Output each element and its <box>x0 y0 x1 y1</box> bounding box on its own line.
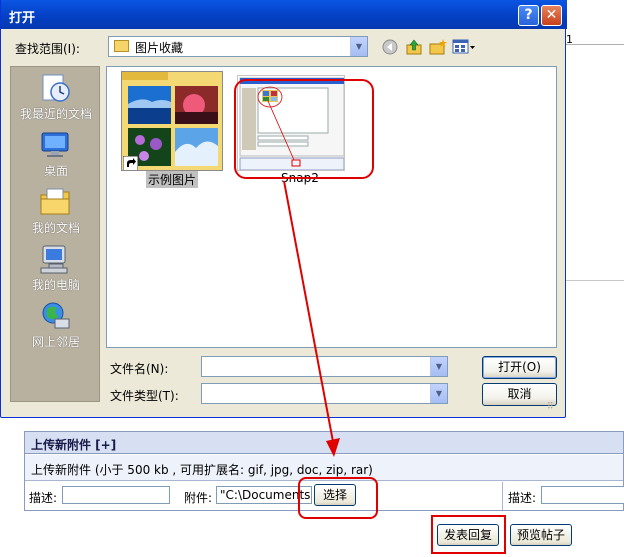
places-bar: 我最近的文档 桌面 我的文档 我的电脑 网上邻居 <box>10 66 100 402</box>
chevron-down-icon[interactable]: ▼ <box>350 37 367 56</box>
look-in-dropdown[interactable]: 图片收藏 ▼ <box>108 36 368 57</box>
folder-thumbnail-icon[interactable] <box>121 71 223 171</box>
cancel-button[interactable]: 取消 <box>482 383 557 406</box>
places-label: 我的电脑 <box>31 278 80 292</box>
dialog-titlebar[interactable]: 打开 <box>1 0 567 29</box>
description-input-2[interactable] <box>541 486 624 504</box>
file-name-label: 文件名(N): <box>110 362 169 376</box>
close-icon: ✕ <box>545 7 558 23</box>
annotation-snap2-highlight <box>234 79 374 179</box>
close-button[interactable]: ✕ <box>541 5 562 26</box>
places-item-my-documents[interactable]: 我的文档 <box>11 183 101 239</box>
background-divider <box>566 280 624 281</box>
network-places-icon <box>42 302 70 329</box>
folder-icon <box>114 40 129 52</box>
file-type-label: 文件类型(T): <box>110 389 179 403</box>
places-item-recent[interactable]: 我最近的文档 <box>11 69 101 125</box>
shortcut-arrow-icon <box>123 156 138 170</box>
file-open-dialog: 打开 ? ✕ 查找范围(I): 图片收藏 ▼ 我最近的文档 桌面 我的文档 我的… <box>0 0 567 418</box>
help-button[interactable]: ? <box>518 5 539 26</box>
places-label: 我最近的文档 <box>19 107 92 121</box>
places-label: 我的文档 <box>31 221 80 235</box>
annotation-choose-highlight <box>298 477 378 519</box>
description-label-2: 描述: <box>508 491 537 505</box>
places-label: 网上邻居 <box>31 335 80 349</box>
places-item-my-computer[interactable]: 我的电脑 <box>11 240 101 296</box>
description-label: 描述: <box>29 491 58 505</box>
annotation-post-reply-highlight <box>431 515 506 554</box>
view-menu-icon[interactable] <box>452 39 476 55</box>
dialog-title: 打开 <box>9 11 36 26</box>
file-name-sample-pictures[interactable]: 示例图片 <box>146 171 199 188</box>
upload-panel-title[interactable]: 上传新附件 [+] <box>25 432 623 454</box>
chevron-down-icon[interactable]: ▼ <box>430 357 447 376</box>
places-item-network[interactable]: 网上邻居 <box>11 297 101 353</box>
help-icon: ? <box>524 7 533 23</box>
look-in-value: 图片收藏 <box>135 41 184 55</box>
background-divider <box>566 44 624 45</box>
places-label: 桌面 <box>43 164 68 178</box>
my-computer-icon <box>40 245 68 274</box>
chevron-down-icon[interactable]: ▼ <box>430 384 447 403</box>
my-documents-icon <box>40 188 70 215</box>
background-text: 1 <box>566 33 573 46</box>
preview-post-button[interactable]: 预览帖子 <box>510 524 572 546</box>
recent-documents-icon <box>42 74 70 102</box>
file-name-input[interactable]: ▼ <box>201 356 448 377</box>
attachment-label: 附件: <box>184 491 213 505</box>
desktop-icon <box>41 132 69 157</box>
back-icon[interactable] <box>382 39 400 55</box>
resize-grip-icon[interactable]: ⠿ <box>547 403 561 416</box>
up-folder-icon[interactable] <box>405 39 423 55</box>
file-type-dropdown[interactable]: ▼ <box>201 383 448 404</box>
description-input[interactable] <box>62 486 170 504</box>
new-folder-icon[interactable] <box>429 39 447 55</box>
open-button[interactable]: 打开(O) <box>482 356 557 379</box>
places-item-desktop[interactable]: 桌面 <box>11 126 101 182</box>
column-divider <box>502 482 503 510</box>
look-in-label: 查找范围(I): <box>15 42 80 56</box>
